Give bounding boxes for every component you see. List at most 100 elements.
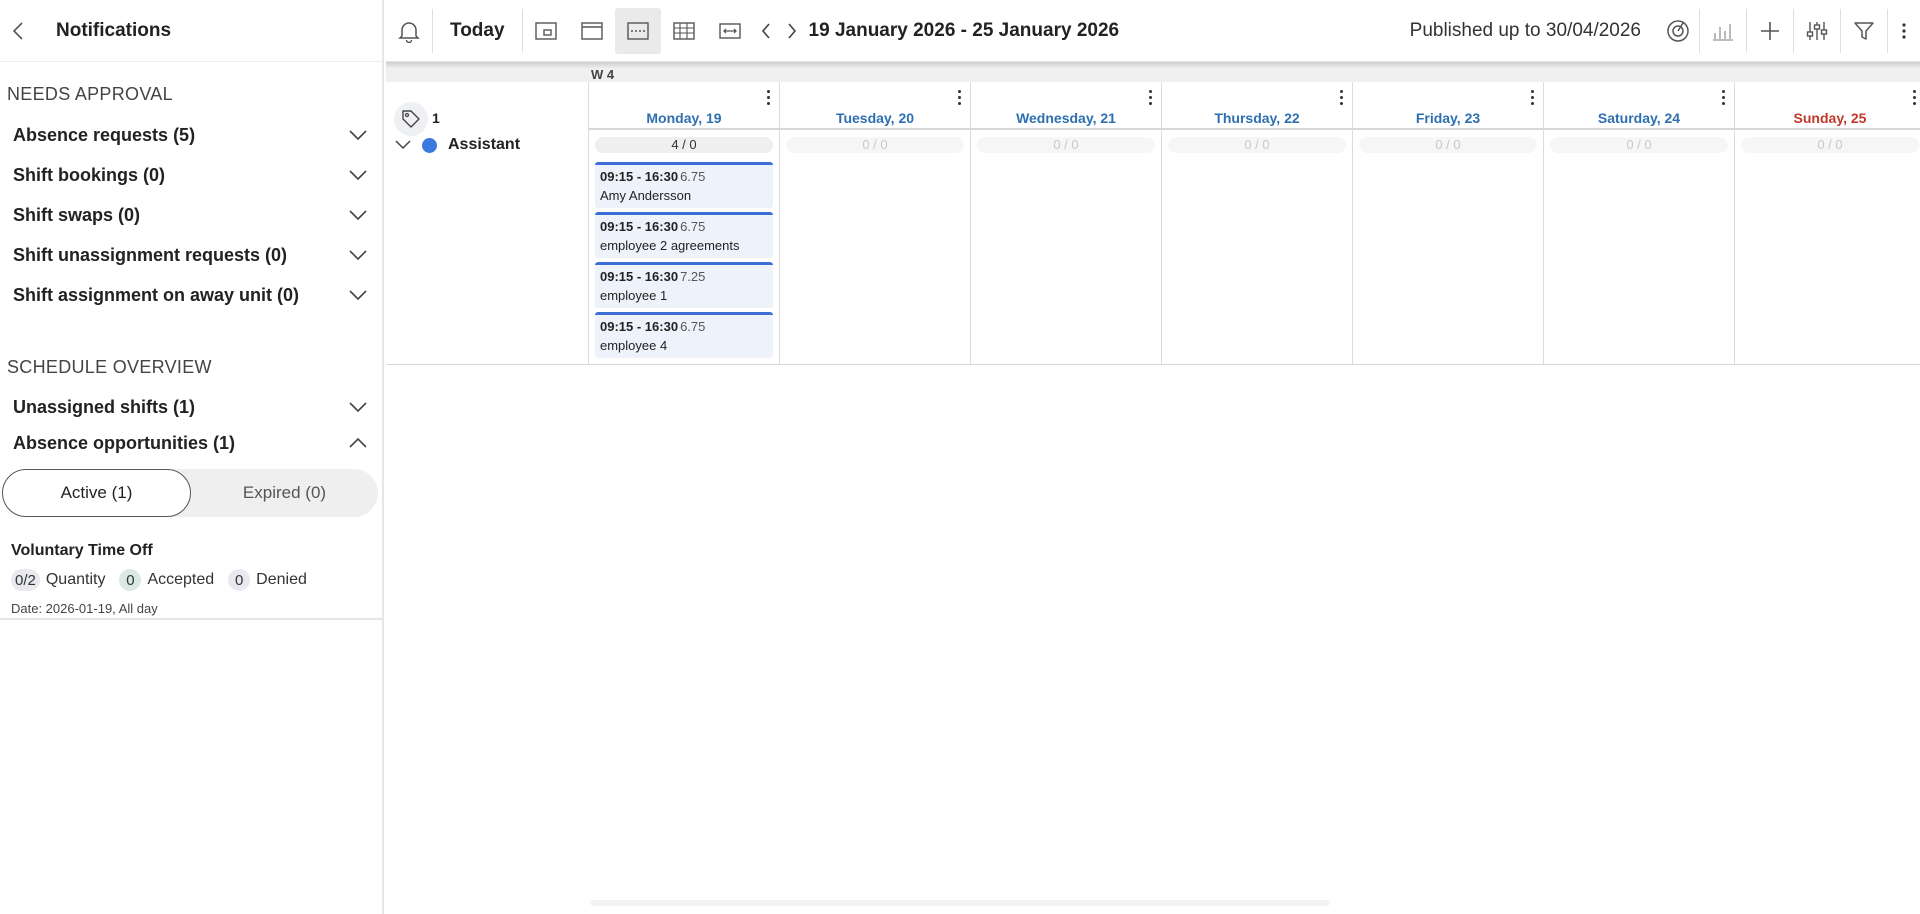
group-row-divider [386, 364, 1920, 365]
app-root: Notifications NEEDS APPROVAL Absence req… [0, 0, 1920, 914]
day-header-wednesday: Wednesday, 21 [970, 82, 1161, 128]
day-label: Wednesday, 21 [1016, 110, 1116, 126]
group-name: Assistant [448, 136, 521, 153]
notifications-button[interactable] [386, 0, 432, 62]
date-range-label[interactable]: 19 January 2026 - 25 January 2026 [809, 20, 1120, 42]
opportunity-card[interactable]: Voluntary Time Off 0/2 Quantity 0 Accept… [0, 532, 384, 620]
schedule-view-icon [626, 21, 649, 40]
accordion-absence-requests[interactable]: Absence requests (5) [0, 115, 384, 155]
day-label: Friday, 23 [1415, 110, 1481, 126]
shift-card[interactable]: 09:15 - 16:30 6.75 employee 4 [595, 312, 773, 358]
day-header-sunday: Sunday, 25 [1734, 82, 1920, 128]
shift-time: 09:15 - 16:30 [600, 319, 679, 334]
next-week-button[interactable] [779, 0, 805, 62]
shift-employee: Amy Andersson [600, 188, 692, 203]
shift-time: 09:15 - 16:30 [600, 219, 679, 234]
coverage-badge: 4 / 0 [595, 137, 773, 153]
accordion-label: Shift unassignment requests (0) [13, 244, 288, 265]
accordion-label: Unassigned shifts (1) [13, 396, 196, 417]
chevron-left-icon [12, 21, 23, 40]
quantity-badge: 0/2 [11, 569, 40, 591]
view-week-button[interactable] [569, 8, 615, 54]
day-label: Monday, 19 [646, 110, 722, 126]
coverage-badge: 0 / 0 [1359, 137, 1537, 153]
coverage-badge: 0 / 0 [1741, 137, 1919, 153]
accordion-shift-unassignment[interactable]: Shift unassignment requests (0) [0, 235, 384, 275]
previous-week-button[interactable] [753, 0, 779, 62]
shift-time: 09:15 - 16:30 [600, 169, 679, 184]
add-button[interactable] [1747, 0, 1793, 62]
accordion-absence-opportunities[interactable]: Absence opportunities (1) [0, 423, 384, 463]
chevron-down-icon [348, 125, 368, 145]
day-header-monday: Monday, 19 [588, 82, 779, 128]
coverage-badge: 0 / 0 [977, 137, 1155, 153]
day-column-thursday[interactable]: 0 / 0 [1161, 130, 1352, 364]
more-options-button[interactable] [1888, 0, 1920, 62]
shift-card[interactable]: 09:15 - 16:30 7.25 employee 1 [595, 262, 773, 308]
day-menu-button[interactable] [1530, 90, 1536, 108]
shift-hours: 6.75 [680, 319, 706, 334]
shift-time: 09:15 - 16:30 [600, 269, 679, 284]
today-button[interactable]: Today [433, 20, 522, 42]
accordion-unassigned-shifts[interactable]: Unassigned shifts (1) [0, 387, 384, 427]
tag-count: 1 [432, 110, 440, 126]
day-column-friday[interactable]: 0 / 0 [1352, 130, 1543, 364]
schedule-overview-heading: SCHEDULE OVERVIEW [7, 357, 212, 377]
day-column-saturday[interactable]: 0 / 0 [1543, 130, 1734, 364]
day-header-thursday: Thursday, 22 [1161, 82, 1352, 128]
day-menu-button[interactable] [1912, 90, 1918, 108]
shift-employee: employee 2 agreements [600, 238, 740, 253]
week-number: W 4 [591, 67, 615, 82]
accepted-label: Accepted [147, 571, 215, 588]
chevron-down-icon [348, 165, 368, 185]
day-menu-button[interactable] [766, 90, 772, 108]
statistics-button[interactable] [1700, 0, 1746, 62]
view-timeline-button[interactable] [707, 8, 753, 54]
back-button[interactable] [2, 15, 34, 47]
publish-target-button[interactable] [1657, 0, 1699, 62]
timeline-view-icon [718, 22, 741, 39]
tab-expired[interactable]: Expired (0) [191, 469, 378, 517]
horizontal-scrollbar[interactable] [590, 900, 1330, 906]
accordion-label: Absence requests (5) [13, 124, 196, 145]
day-column-wednesday[interactable]: 0 / 0 [970, 130, 1161, 364]
day-column-tuesday[interactable]: 0 / 0 [779, 130, 970, 364]
day-column-sunday[interactable]: 0 / 0 [1734, 130, 1920, 364]
chevron-up-icon [348, 433, 368, 453]
shift-hours: 6.75 [680, 219, 706, 234]
shift-hours: 7.25 [680, 269, 706, 284]
shift-card[interactable]: 09:15 - 16:30 6.75 employee 2 agreements [595, 212, 773, 258]
day-menu-button[interactable] [957, 90, 963, 108]
tab-active[interactable]: Active (1) [2, 469, 191, 517]
accordion-label: Shift swaps (0) [13, 204, 141, 225]
filter-button[interactable] [1841, 0, 1887, 62]
published-status: Published up to 30/04/2026 [1409, 19, 1641, 41]
day-header-tuesday: Tuesday, 20 [779, 82, 970, 128]
shift-card[interactable]: 09:15 - 16:30 6.75 Amy Andersson [595, 162, 773, 208]
view-day-button[interactable] [523, 8, 569, 54]
bell-icon [398, 21, 420, 43]
view-month-button[interactable] [661, 8, 707, 54]
chevron-down-icon [348, 285, 368, 305]
denied-badge: 0 [228, 569, 251, 591]
day-menu-button[interactable] [1721, 90, 1727, 108]
shift-employee: employee 1 [600, 288, 668, 303]
week-row: W 4 [386, 68, 1920, 82]
day-menu-button[interactable] [1148, 90, 1154, 108]
day-label: Thursday, 22 [1214, 110, 1300, 126]
needs-approval-heading: NEEDS APPROVAL [7, 84, 173, 104]
quantity-label: Quantity [45, 571, 106, 588]
chevron-down-icon [395, 140, 411, 150]
view-schedule-button[interactable] [614, 7, 661, 54]
day-label: Tuesday, 20 [835, 110, 915, 126]
day-column-monday[interactable]: 4 / 0 09:15 - 16:30 6.75 Amy Andersson 09… [588, 130, 779, 364]
opportunity-stats: 0/2 Quantity 0 Accepted 0 Denied [11, 569, 384, 591]
plus-icon [1761, 21, 1779, 40]
accordion-shift-bookings[interactable]: Shift bookings (0) [0, 155, 384, 195]
settings-button[interactable] [1794, 0, 1840, 62]
accordion-away-unit[interactable]: Shift assignment on away unit (0) [0, 275, 384, 315]
accordion-shift-swaps[interactable]: Shift swaps (0) [0, 195, 384, 235]
collapse-group-button[interactable] [392, 134, 414, 156]
chevron-down-icon [348, 205, 368, 225]
day-menu-button[interactable] [1339, 90, 1345, 108]
